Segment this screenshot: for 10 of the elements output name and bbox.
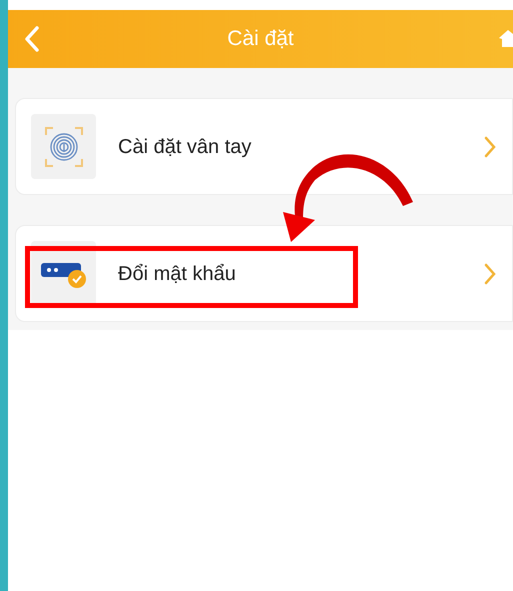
- settings-row[interactable]: Cài đặt vân tay: [15, 98, 513, 195]
- chevron-right-icon: [484, 136, 496, 158]
- home-icon[interactable]: [499, 29, 513, 47]
- page-title: Cài đặt: [227, 26, 294, 52]
- settings-row[interactable]: Đổi mật khẩu: [15, 225, 513, 322]
- chevron-right-icon: [484, 262, 496, 284]
- row-label: Đổi mật khẩu: [118, 262, 237, 286]
- back-icon[interactable]: [24, 26, 40, 52]
- row-label: Cài đặt vân tay: [118, 134, 252, 160]
- fingerprint-icon: [44, 124, 84, 168]
